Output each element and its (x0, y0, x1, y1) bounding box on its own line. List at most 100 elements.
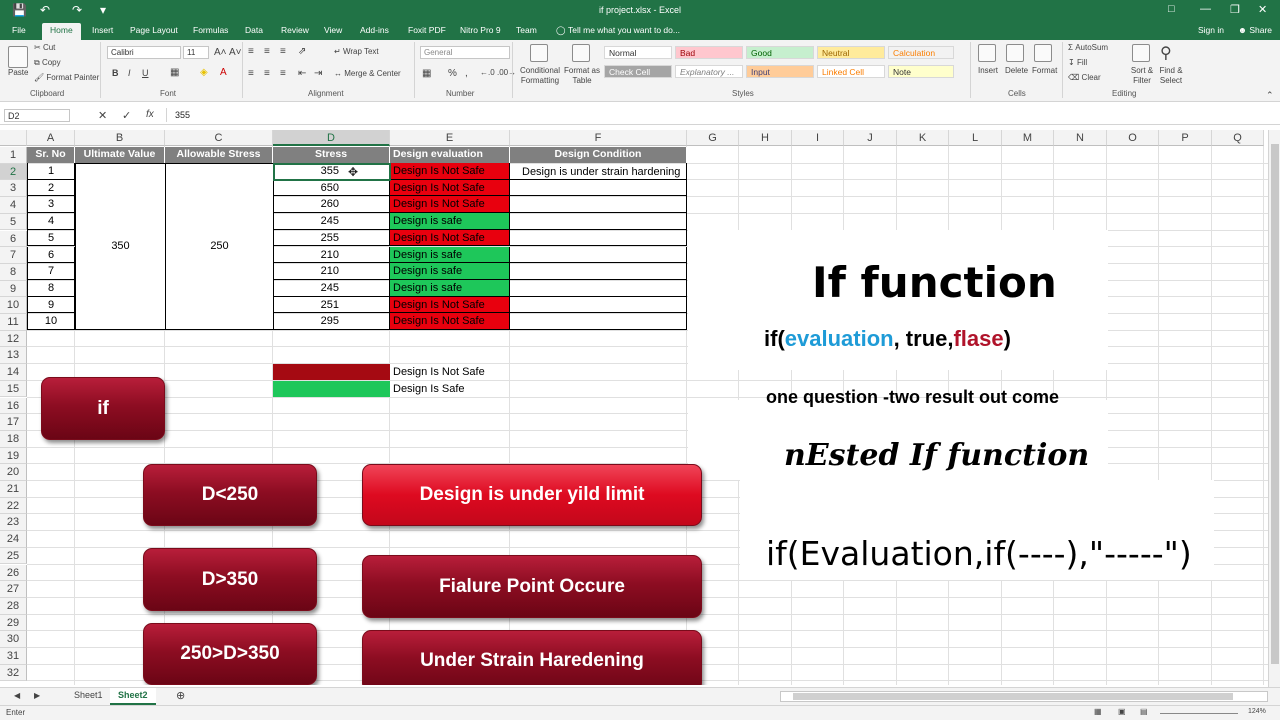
condition-cell[interactable] (510, 313, 687, 330)
vertical-scrollbar[interactable] (1268, 130, 1280, 687)
spreadsheet-grid[interactable]: ABCDEFGHIJKLMNOPQ 1 2 3 4 5 6 7 8 9 10 11 12 13 14 15 1… (0, 130, 1270, 685)
row-header-30[interactable]: 30 (0, 631, 27, 648)
column-header-l[interactable]: L (949, 130, 1002, 146)
evaluation-cell[interactable]: Design Is Not Safe (390, 296, 510, 314)
formula-input[interactable]: 355 (166, 108, 1266, 122)
row-header-4[interactable]: 4 (0, 197, 27, 214)
format-painter-button[interactable]: 🖌 Format Painter (34, 73, 99, 82)
style-normal[interactable]: Normal (604, 46, 672, 59)
header-design-condition[interactable]: Design Condition (510, 147, 687, 163)
condition-cell[interactable] (510, 179, 687, 197)
row-header-21[interactable]: 21 (0, 481, 27, 498)
sheet-tab-2[interactable]: Sheet2 (110, 688, 156, 705)
d-greater-350-button[interactable]: D>350 (143, 548, 317, 611)
style-note[interactable]: Note (888, 65, 954, 78)
row-header-9[interactable]: 9 (0, 280, 27, 298)
tab-file[interactable]: File (12, 25, 26, 35)
find-select-label[interactable]: Find & Select (1156, 66, 1186, 86)
merged-ultimate-cell[interactable]: 350 (75, 163, 166, 330)
conditional-formatting-label[interactable]: Conditional Formatting (518, 66, 562, 86)
new-sheet-icon[interactable]: ⊕ (176, 689, 185, 702)
condition-cell[interactable] (510, 196, 687, 214)
wrap-text-button[interactable]: ↵ Wrap Text (334, 47, 379, 56)
row-header-13[interactable]: 13 (0, 347, 27, 365)
tab-insert[interactable]: Insert (92, 25, 113, 35)
evaluation-cell[interactable]: Design is safe (390, 213, 510, 230)
column-header-k[interactable]: K (897, 130, 949, 146)
italic-icon[interactable]: I (128, 68, 131, 78)
evaluation-cell[interactable]: Design Is Not Safe (390, 179, 510, 197)
fill-color-icon[interactable]: ◈ (200, 67, 208, 78)
horizontal-scroll-thumb[interactable] (793, 693, 1233, 700)
row-header-7[interactable]: 7 (0, 247, 27, 264)
align-top-icon[interactable]: ≡ (248, 46, 254, 57)
if-shape-button[interactable]: if (41, 377, 165, 440)
find-icon[interactable]: ⚲ (1160, 43, 1172, 63)
d-between-button[interactable]: 250>D>350 (143, 623, 317, 685)
zoom-level[interactable]: 124% (1248, 708, 1266, 715)
tab-addins[interactable]: Add-ins (360, 25, 389, 35)
style-bad[interactable]: Bad (675, 46, 743, 59)
share-button[interactable]: ☻ Share (1238, 25, 1272, 35)
sort-filter-label[interactable]: Sort & Filter (1124, 66, 1160, 86)
number-format-select[interactable]: General (420, 46, 510, 59)
shrink-font-icon[interactable]: A˅ (229, 47, 242, 58)
enter-icon[interactable]: ✓ (122, 109, 131, 122)
row-header-17[interactable]: 17 (0, 414, 27, 431)
tab-team[interactable]: Team (516, 25, 537, 35)
row-header-3[interactable]: 3 (0, 180, 27, 198)
align-right-icon[interactable]: ≡ (280, 68, 286, 79)
row-header-19[interactable]: 19 (0, 447, 27, 465)
font-name-select[interactable]: Calibri (107, 46, 181, 59)
evaluation-cell[interactable]: Design is safe (390, 279, 510, 297)
sr-no-cell[interactable]: 4 (27, 213, 75, 230)
format-cells-label[interactable]: Format (1032, 66, 1057, 75)
stress-cell[interactable]: 251 (273, 296, 390, 314)
page-break-view-icon[interactable]: ▤ (1140, 707, 1148, 716)
decrease-indent-icon[interactable]: ⇤ (298, 68, 306, 79)
header-design-evaluation[interactable]: Design evaluation (390, 147, 510, 163)
align-left-icon[interactable]: ≡ (248, 68, 254, 79)
align-bottom-icon[interactable]: ≡ (280, 46, 286, 57)
condition-cell[interactable] (510, 229, 687, 247)
sr-no-cell[interactable]: 3 (27, 196, 75, 214)
row-header-2[interactable]: 2 (0, 163, 27, 181)
sr-no-cell[interactable]: 10 (27, 313, 75, 330)
stress-cell[interactable]: 210 (273, 263, 390, 280)
paste-icon[interactable] (8, 46, 28, 68)
font-size-select[interactable]: 11 (183, 46, 209, 59)
evaluation-cell[interactable]: Design Is Not Safe (390, 163, 510, 180)
cancel-icon[interactable]: ✕ (98, 109, 107, 122)
column-header-q[interactable]: Q (1212, 130, 1264, 146)
sr-no-cell[interactable]: 7 (27, 263, 75, 280)
stress-cell[interactable]: 650 (273, 179, 390, 197)
stress-cell[interactable]: 245 (273, 279, 390, 297)
row-header-8[interactable]: 8 (0, 263, 27, 281)
column-header-m[interactable]: M (1002, 130, 1054, 146)
percent-icon[interactable]: % (448, 68, 457, 79)
row-header-24[interactable]: 24 (0, 531, 27, 548)
style-calculation[interactable]: Calculation (888, 46, 954, 59)
normal-view-icon[interactable]: ▦ (1094, 707, 1102, 716)
condition-cell[interactable] (510, 246, 687, 264)
row-header-6[interactable]: 6 (0, 230, 27, 248)
stress-cell[interactable]: 295 (273, 313, 390, 330)
tab-foxit[interactable]: Foxit PDF (408, 25, 446, 35)
evaluation-cell[interactable]: Design Is Not Safe (390, 229, 510, 247)
column-header-b[interactable]: B (75, 130, 165, 146)
increase-decimal-icon[interactable]: ←.0 (480, 68, 495, 77)
ribbon-options-icon[interactable]: □ (1168, 3, 1175, 15)
row-header-25[interactable]: 25 (0, 547, 27, 565)
restore-icon[interactable]: ❐ (1230, 3, 1240, 16)
collapse-ribbon-icon[interactable]: ⌃ (1266, 90, 1274, 101)
row-header-12[interactable]: 12 (0, 330, 27, 348)
merge-center-button[interactable]: ↔ Merge & Center (334, 69, 401, 78)
align-center-icon[interactable]: ≡ (264, 68, 270, 79)
tab-view[interactable]: View (324, 25, 342, 35)
tab-nitro[interactable]: Nitro Pro 9 (460, 25, 501, 35)
row-header-32[interactable]: 32 (0, 664, 27, 682)
align-middle-icon[interactable]: ≡ (264, 46, 270, 57)
sr-no-cell[interactable]: 8 (27, 279, 75, 297)
fill-button[interactable]: ↧ Fill (1068, 58, 1087, 67)
close-icon[interactable]: ✕ (1258, 3, 1267, 16)
